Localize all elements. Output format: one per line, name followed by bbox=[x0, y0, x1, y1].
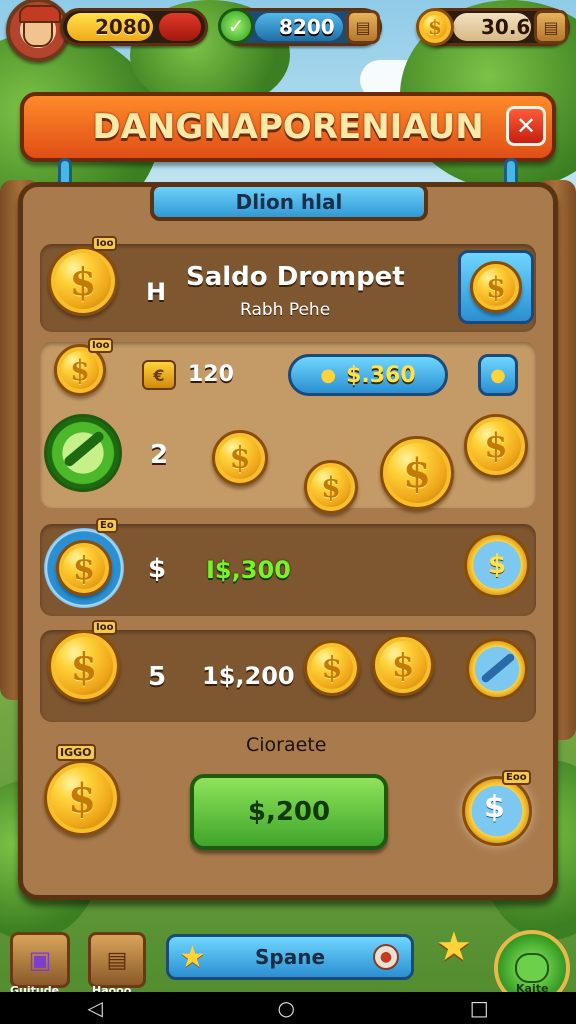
location-button[interactable]: ● bbox=[478, 354, 518, 396]
panel-subtitle: Dlion hlal bbox=[150, 183, 428, 221]
coin-tag: Eo bbox=[96, 518, 118, 533]
close-button[interactable]: ✕ bbox=[506, 106, 546, 146]
wallet-title: Saldo Drompet bbox=[186, 262, 405, 292]
close-icon: ✕ bbox=[515, 112, 537, 140]
reward-block bbox=[40, 342, 536, 508]
book-icon[interactable]: ▤ bbox=[346, 10, 380, 44]
coins-value: 2080 bbox=[95, 15, 151, 39]
quest-button[interactable]: ▤ bbox=[88, 932, 146, 988]
claim-button[interactable]: $,200 bbox=[190, 774, 388, 850]
coin-icon: $ bbox=[48, 630, 120, 702]
system-navbar: ◁ ○ □ bbox=[0, 992, 576, 1024]
coin-icon: $ bbox=[212, 430, 268, 486]
tag-icon: € bbox=[142, 360, 176, 390]
pin-icon: ● bbox=[490, 364, 506, 386]
page-title: DANGNAPORENIAUN bbox=[92, 107, 484, 147]
row3-symbol: $ bbox=[148, 554, 167, 584]
coin-icon: $ bbox=[56, 540, 112, 596]
spin-button[interactable]: ★ Spane ● bbox=[166, 934, 414, 980]
back-icon[interactable]: ◁ bbox=[87, 996, 102, 1020]
wallet-coin-button[interactable]: $ bbox=[458, 250, 534, 324]
coin-icon: $ bbox=[304, 460, 358, 514]
recents-icon[interactable]: □ bbox=[470, 996, 489, 1020]
shop-icon[interactable]: ▤ bbox=[534, 10, 568, 44]
title-banner: DANGNAPORENIAUN ✕ bbox=[20, 92, 556, 162]
coin-tag: Eoo bbox=[502, 770, 531, 785]
check-icon: ✓ bbox=[218, 8, 254, 44]
row4-value: 1$,200 bbox=[202, 662, 295, 690]
creature-icon bbox=[515, 953, 549, 983]
row1-amount: 120 bbox=[188, 362, 234, 387]
coin-icon: $ bbox=[464, 414, 528, 478]
footer-caption: Cioraete bbox=[246, 734, 327, 756]
wallet-subtitle: Rabh Pehe bbox=[240, 300, 331, 320]
star-icon[interactable]: ★ bbox=[436, 924, 472, 970]
coin-tag: Ioo bbox=[92, 236, 118, 251]
coin-tag: Ioo bbox=[92, 620, 118, 635]
row4-amount: 5 bbox=[148, 662, 167, 692]
home-icon[interactable]: ○ bbox=[278, 996, 295, 1020]
coin-icon: $ bbox=[304, 640, 360, 696]
coin-icon: $ bbox=[380, 436, 454, 510]
row3-value: I$,300 bbox=[206, 556, 291, 584]
coins-counter: 2080 bbox=[60, 8, 208, 46]
chest-icon: ▣ bbox=[28, 946, 52, 974]
gems-value: 8200 bbox=[279, 15, 335, 39]
coin-tag: Ioo bbox=[88, 338, 114, 353]
coin-icon: $ bbox=[470, 261, 522, 313]
coin-icon: $ bbox=[416, 8, 454, 46]
inventory-button[interactable]: ▣ bbox=[10, 932, 70, 988]
dollar-icon: $ bbox=[484, 790, 505, 825]
coin-icon: $ bbox=[44, 760, 120, 836]
spin-label: Spane bbox=[254, 945, 326, 969]
dollar-icon: $ bbox=[488, 550, 507, 580]
coin-icon: $ bbox=[48, 246, 118, 316]
top-resource-bar: 2080 8200 ✓ ▤ 30.6 $ ▤ bbox=[0, 0, 576, 62]
row1-value: $.360 bbox=[346, 362, 416, 388]
pin-icon: ● bbox=[320, 364, 337, 386]
star-icon: ★ bbox=[179, 939, 206, 975]
settings-icon: ● bbox=[373, 944, 399, 970]
bottom-bar: ▣ Guitude ▤ Haooo ★ Spane ● ★ Kaite bbox=[0, 920, 576, 1006]
clipboard-icon: ▤ bbox=[106, 947, 128, 973]
row2-amount: 2 bbox=[150, 440, 169, 470]
coin-tag: IGGO bbox=[56, 744, 96, 761]
coin-icon: $ bbox=[372, 634, 434, 696]
header-mark: H bbox=[146, 278, 167, 306]
gold-value: 30.6 bbox=[481, 15, 531, 39]
row1-value-button[interactable]: ● $.360 bbox=[288, 354, 448, 396]
